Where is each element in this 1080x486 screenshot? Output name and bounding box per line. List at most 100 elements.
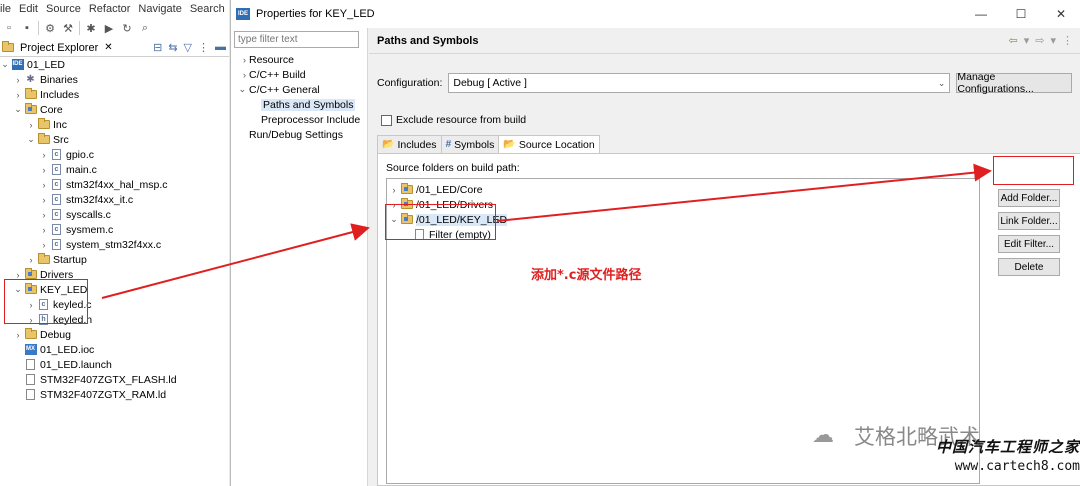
build-icon[interactable]: ⚙ [43, 21, 57, 35]
tree-item[interactable]: › Debug [0, 327, 232, 342]
manage-configurations-button[interactable]: Manage Configurations... [956, 71, 1073, 95]
exclude-label: Exclude resource from build [396, 114, 527, 126]
forward-icon[interactable]: ⇨ [1035, 34, 1044, 47]
nav-item[interactable]: Preprocessor Include [231, 112, 368, 127]
chevron-right-icon[interactable]: › [13, 90, 23, 100]
ld-file-icon [24, 374, 37, 386]
tab-label: Symbols [454, 138, 495, 151]
nav-item[interactable]: › C/C++ Build [231, 67, 368, 82]
hammer-icon[interactable]: ⚒ [61, 21, 75, 35]
menu-item[interactable]: Search [190, 3, 225, 15]
delete-button[interactable]: Delete [998, 258, 1060, 276]
history-nav: ⇦ ▾ ⇨ ▾ ⋮ [1009, 34, 1074, 47]
chevron-right-icon[interactable]: › [26, 120, 36, 130]
dropdown-icon[interactable]: ▾ [1024, 34, 1030, 47]
tree-item[interactable]: › c sysmem.c [0, 222, 232, 237]
launch-file-icon [24, 359, 37, 371]
new-icon[interactable]: ▫ [2, 21, 16, 35]
chevron-down-icon[interactable]: ⌄ [26, 134, 36, 145]
binaries-icon: ✱ [26, 74, 35, 85]
minimize-icon[interactable]: ▬ [215, 41, 226, 54]
close-icon[interactable]: ✕ [104, 42, 112, 53]
view-menu-icon[interactable]: ⋮ [1062, 34, 1073, 47]
run-icon[interactable]: ▶ [102, 21, 116, 35]
filter-input[interactable] [234, 31, 359, 48]
tree-item[interactable]: › Includes [0, 87, 232, 102]
add-folder-button[interactable]: Add Folder... [998, 189, 1060, 207]
edit-filter-button[interactable]: Edit Filter... [998, 235, 1060, 253]
tree-item-label: Binaries [40, 73, 78, 86]
save-icon[interactable]: ▪ [20, 21, 34, 35]
minimize-button[interactable]: — [961, 0, 1001, 28]
chevron-right-icon[interactable]: › [13, 270, 23, 280]
tree-item[interactable]: › c main.c [0, 162, 232, 177]
filter-icon[interactable]: ▽ [184, 41, 192, 54]
chevron-right-icon[interactable]: › [39, 165, 49, 175]
chevron-right-icon[interactable]: › [39, 195, 49, 205]
chevron-right-icon[interactable]: › [39, 210, 49, 220]
menu-item[interactable]: ile [0, 3, 11, 15]
tree-item[interactable]: › c syscalls.c [0, 207, 232, 222]
debug-icon[interactable]: ✱ [84, 21, 98, 35]
tab-symbols[interactable]: # Symbols [440, 135, 500, 153]
ide-logo-icon: IDE [236, 8, 250, 20]
menu-item[interactable]: Refactor [89, 3, 131, 15]
tab-includes[interactable]: 📂 Includes [377, 135, 442, 153]
source-folder-item[interactable]: › /01_LED/Core [387, 182, 979, 197]
nav-item[interactable]: ⌄ C/C++ General [231, 82, 368, 97]
tree-item[interactable]: STM32F407ZGTX_FLASH.ld [0, 372, 232, 387]
tree-item[interactable]: ⌄ Src [0, 132, 232, 147]
nav-item[interactable]: Run/Debug Settings [231, 127, 368, 142]
chevron-right-icon[interactable]: › [13, 330, 23, 340]
close-button[interactable]: ✕ [1041, 0, 1080, 28]
chevron-down-icon: ⌄ [937, 77, 946, 88]
chevron-right-icon[interactable]: › [231, 55, 249, 65]
chevron-right-icon[interactable]: › [26, 255, 36, 265]
chevron-right-icon[interactable]: › [13, 75, 23, 85]
maximize-button[interactable]: ☐ [1001, 0, 1041, 28]
tree-item[interactable]: ⌄ Core [0, 102, 232, 117]
menu-item[interactable]: Navigate [138, 3, 181, 15]
tree-item[interactable]: › ✱ Binaries [0, 72, 232, 87]
exclude-checkbox[interactable] [381, 114, 392, 126]
dropdown-icon[interactable]: ▾ [1050, 34, 1056, 47]
tree-item[interactable]: › c stm32f4xx_hal_msp.c [0, 177, 232, 192]
collapse-all-icon[interactable]: ⊟ [153, 41, 162, 54]
chevron-down-icon[interactable]: ⌄ [13, 104, 23, 115]
link-editor-icon[interactable]: ⇆ [168, 41, 177, 54]
properties-content: Paths and Symbols ⇦ ▾ ⇨ ▾ ⋮ Configuratio… [369, 28, 1080, 486]
search-icon[interactable]: ⌕ [138, 21, 152, 35]
tree-item[interactable]: STM32F407ZGTX_RAM.ld [0, 387, 232, 402]
tree-item[interactable]: › c gpio.c [0, 147, 232, 162]
menu-item[interactable]: Edit [19, 3, 38, 15]
nav-item[interactable]: › Resource [231, 52, 368, 67]
project-explorer-tab[interactable]: Project Explorer ✕ [0, 39, 117, 57]
refresh-icon[interactable]: ↻ [120, 21, 134, 35]
tree-item[interactable]: › c stm32f4xx_it.c [0, 192, 232, 207]
chevron-right-icon[interactable]: › [39, 240, 49, 250]
tree-item[interactable]: MX 01_LED.ioc [0, 342, 232, 357]
chevron-right-icon[interactable]: › [39, 180, 49, 190]
link-folder-button[interactable]: Link Folder... [998, 212, 1060, 230]
chevron-down-icon[interactable]: ⌄ [231, 84, 249, 95]
menu-item[interactable]: Source [46, 3, 81, 15]
chevron-right-icon[interactable]: › [231, 70, 249, 80]
tree-item-label: Startup [53, 253, 87, 266]
tab-source-location[interactable]: 📂 Source Location [498, 135, 600, 153]
tree-item[interactable]: › c system_stm32f4xx.c [0, 237, 232, 252]
nav-item[interactable]: Paths and Symbols [231, 97, 368, 112]
folder-icon [37, 118, 50, 131]
chevron-right-icon[interactable]: › [39, 225, 49, 235]
configuration-select[interactable]: Debug [ Active ] ⌄ [448, 73, 951, 93]
tree-item[interactable]: ⌄ IDE 01_LED [0, 57, 232, 72]
chevron-right-icon[interactable]: › [389, 185, 399, 195]
back-icon[interactable]: ⇦ [1009, 34, 1018, 47]
chevron-right-icon[interactable]: › [39, 150, 49, 160]
key-led-folder-highlight-box [385, 204, 496, 240]
chevron-down-icon[interactable]: ⌄ [0, 59, 10, 70]
tree-item[interactable]: › Startup [0, 252, 232, 267]
view-menu-icon[interactable]: ⋮ [198, 41, 209, 54]
tree-item[interactable]: 01_LED.launch [0, 357, 232, 372]
tree-item[interactable]: › Inc [0, 117, 232, 132]
main-toolbar: ▫ ▪ ⚙ ⚒ ✱ ▶ ↻ ⌕ [0, 18, 232, 38]
